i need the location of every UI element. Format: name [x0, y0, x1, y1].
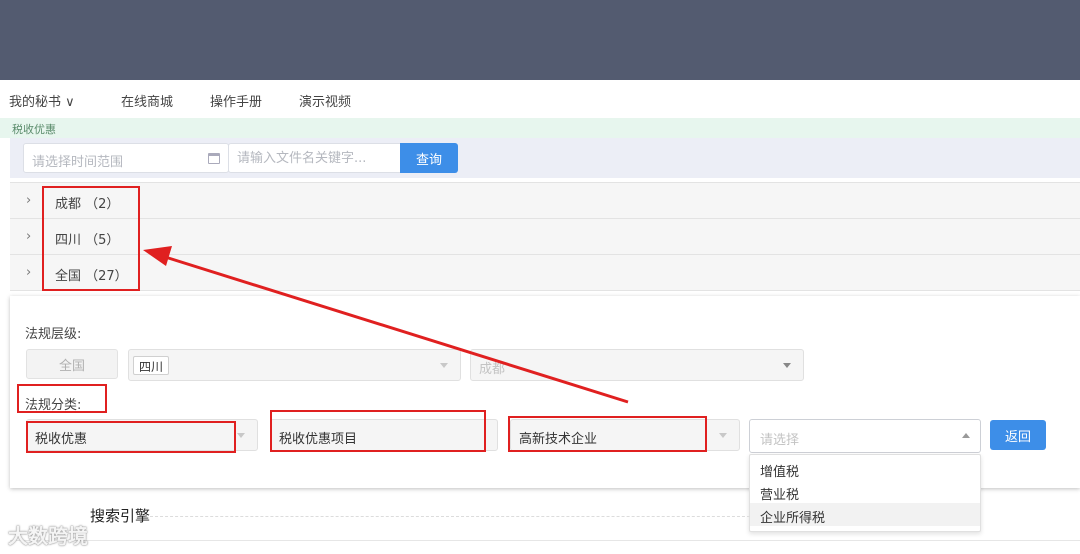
query-button[interactable]: 查询: [400, 143, 458, 173]
date-range-input[interactable]: 请选择时间范围: [23, 143, 229, 173]
nav-my-secretary[interactable]: 我的秘书 ∨: [9, 91, 75, 110]
back-button[interactable]: 返回: [990, 420, 1046, 450]
accordion-row-sichuan[interactable]: › 四川 （5）: [10, 218, 1080, 255]
dropdown-option-vat[interactable]: 增值税: [750, 457, 980, 480]
category-select-4[interactable]: 请选择: [749, 419, 981, 453]
annotation-box-category-label: [17, 384, 107, 413]
city-placeholder: 成都: [479, 362, 506, 377]
divider: [150, 516, 750, 517]
nav-online-mall[interactable]: 在线商城: [121, 91, 173, 110]
dropdown-option-business-tax[interactable]: 营业税: [750, 480, 980, 503]
level-label: 法规层级:: [25, 327, 82, 342]
chevron-right-icon: ›: [26, 229, 32, 244]
province-select[interactable]: 四川: [128, 349, 461, 381]
breadcrumb-bar: 税收优惠: [0, 118, 1080, 138]
category-4-dropdown: 增值税 营业税 企业所得税: [749, 454, 981, 532]
chevron-right-icon: ›: [26, 265, 32, 280]
keyword-search-input[interactable]: [228, 143, 402, 173]
divider: [10, 540, 1080, 541]
calendar-icon: [208, 153, 220, 164]
annotation-box-category-1: [26, 421, 236, 453]
caret-down-icon: [440, 363, 448, 368]
search-bar: 请选择时间范围 查询: [10, 138, 1080, 178]
category-4-placeholder: 请选择: [760, 433, 800, 448]
nav-manual[interactable]: 操作手册: [210, 91, 262, 110]
national-level-button[interactable]: 全国: [26, 349, 118, 379]
watermark-logo: 大数跨境: [8, 524, 88, 548]
caret-down-icon: [783, 363, 791, 368]
nav-demo-video[interactable]: 演示视频: [299, 91, 351, 110]
section-title: 搜索引擎: [90, 507, 151, 525]
top-header-bar: [0, 0, 1080, 80]
chevron-right-icon: ›: [26, 193, 32, 208]
caret-down-icon: [719, 433, 727, 438]
accordion-row-national[interactable]: › 全国 （27）: [10, 254, 1080, 291]
caret-up-icon: [962, 433, 970, 438]
province-tag: 四川: [133, 356, 170, 375]
annotation-box-accordion: [42, 186, 140, 291]
dropdown-option-corporate-income-tax[interactable]: 企业所得税: [750, 503, 980, 526]
annotation-box-category-3: [508, 416, 707, 452]
date-range-placeholder: 请选择时间范围: [32, 155, 124, 170]
breadcrumb: 税收优惠: [12, 123, 56, 136]
accordion-row-chengdu[interactable]: › 成都 （2）: [10, 182, 1080, 219]
caret-down-icon: [237, 433, 245, 438]
city-select[interactable]: 成都: [470, 349, 804, 381]
annotation-box-category-2: [270, 410, 486, 452]
top-nav: 我的秘书 ∨ 在线商城 操作手册 演示视频: [0, 80, 1080, 118]
